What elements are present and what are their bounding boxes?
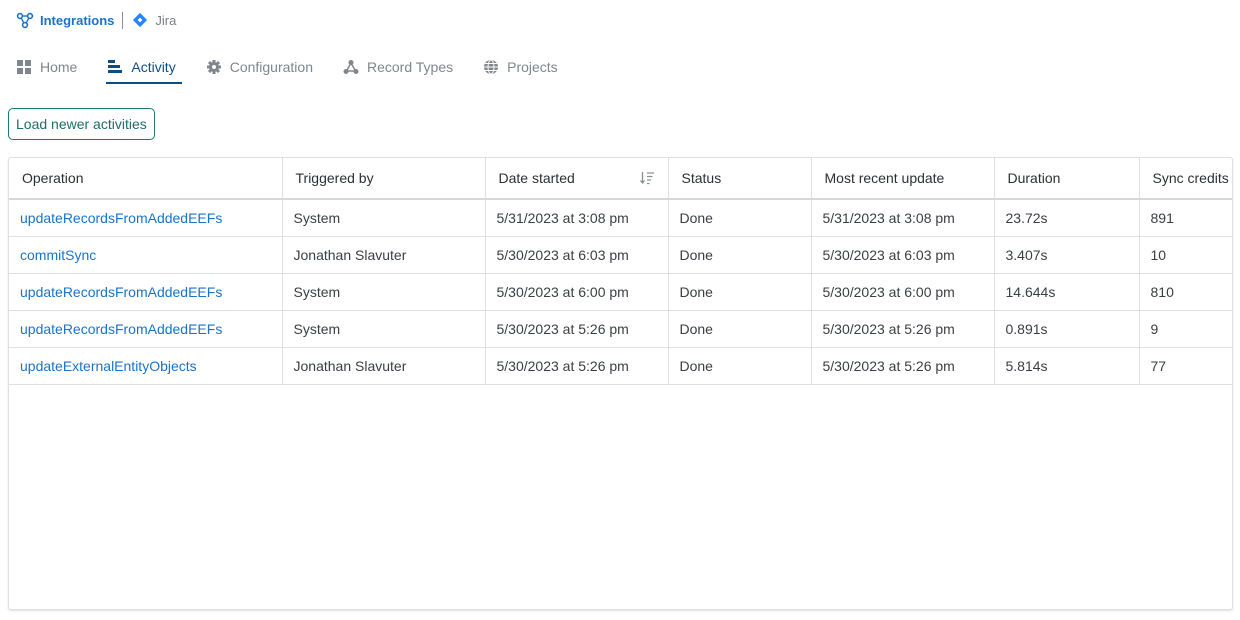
status-cell: Done xyxy=(668,199,812,237)
status-cell: Done xyxy=(668,310,812,348)
table-row: updateExternalEntityObjects Jonathan Sla… xyxy=(9,347,1232,385)
nodes-icon xyxy=(343,59,359,75)
duration-cell: 0.891s xyxy=(994,310,1140,348)
grid-icon xyxy=(16,59,32,75)
breadcrumb-root-label: Integrations xyxy=(40,12,115,28)
status-cell: Done xyxy=(668,273,812,311)
breadcrumb-integrations-link[interactable]: Integrations xyxy=(16,11,114,29)
activity-bars-icon xyxy=(107,59,123,75)
date-started-cell: 5/30/2023 at 6:03 pm xyxy=(485,236,669,274)
table-row: updateRecordsFromAddedEEFs System 5/31/2… xyxy=(9,199,1232,237)
tab-label: Record Types xyxy=(366,59,454,75)
operation-link[interactable]: commitSync xyxy=(9,236,283,274)
operation-link[interactable]: updateRecordsFromAddedEEFs xyxy=(9,199,283,237)
tab-label: Home xyxy=(40,59,78,75)
duration-cell: 23.72s xyxy=(994,199,1140,237)
sync-credits-cell: 891 xyxy=(1139,199,1232,237)
sync-credits-cell: 9 xyxy=(1139,310,1232,348)
duration-cell: 14.644s xyxy=(994,273,1140,311)
column-header-triggered-by[interactable]: Triggered by xyxy=(282,158,486,200)
triggered-by-cell: System xyxy=(282,199,486,237)
activity-table: Operation Triggered by Date started Stat… xyxy=(8,157,1233,610)
sync-credits-cell: 10 xyxy=(1139,236,1232,274)
most-recent-update-cell: 5/30/2023 at 5:26 pm xyxy=(811,310,995,348)
status-cell: Done xyxy=(668,236,812,274)
operation-link[interactable]: updateRecordsFromAddedEEFs xyxy=(9,310,283,348)
sync-credits-cell: 77 xyxy=(1139,347,1232,385)
column-header-most-recent-update[interactable]: Most recent update xyxy=(811,158,995,200)
tab-activity[interactable]: Activity xyxy=(106,56,183,84)
tab-record-types[interactable]: Record Types xyxy=(343,56,453,78)
tab-projects[interactable]: Projects xyxy=(483,56,558,78)
jira-icon xyxy=(132,12,148,28)
tab-configuration[interactable]: Configuration xyxy=(206,56,313,78)
most-recent-update-cell: 5/30/2023 at 6:00 pm xyxy=(811,273,995,311)
column-header-sync-credits[interactable]: Sync credits xyxy=(1139,158,1232,200)
operation-link[interactable]: updateRecordsFromAddedEEFs xyxy=(9,273,283,311)
most-recent-update-cell: 5/31/2023 at 3:08 pm xyxy=(811,199,995,237)
triggered-by-cell: Jonathan Slavuter xyxy=(282,236,486,274)
column-header-duration[interactable]: Duration xyxy=(994,158,1140,200)
triggered-by-cell: System xyxy=(282,310,486,348)
date-started-cell: 5/30/2023 at 6:00 pm xyxy=(485,273,669,311)
table-row: updateRecordsFromAddedEEFs System 5/30/2… xyxy=(9,273,1232,311)
tab-label: Projects xyxy=(507,59,558,75)
duration-cell: 5.814s xyxy=(994,347,1140,385)
column-header-date-started[interactable]: Date started xyxy=(485,158,669,200)
load-newer-activities-button[interactable]: Load newer activities xyxy=(8,108,155,140)
tab-bar: Home Activity Configuration Record Types… xyxy=(16,56,588,84)
tab-home[interactable]: Home xyxy=(16,56,77,78)
column-header-operation[interactable]: Operation xyxy=(9,158,283,200)
breadcrumb-current-label: Jira xyxy=(155,12,177,28)
triggered-by-cell: Jonathan Slavuter xyxy=(282,347,486,385)
breadcrumb-current: Jira xyxy=(132,12,176,28)
date-started-cell: 5/30/2023 at 5:26 pm xyxy=(485,310,669,348)
table-header-row: Operation Triggered by Date started Stat… xyxy=(9,158,1232,200)
operation-link[interactable]: updateExternalEntityObjects xyxy=(9,347,283,385)
column-header-label: Date started xyxy=(498,170,575,186)
triggered-by-cell: System xyxy=(282,273,486,311)
table-row: commitSync Jonathan Slavuter 5/30/2023 a… xyxy=(9,236,1232,274)
sort-descending-icon[interactable] xyxy=(639,170,655,186)
gear-icon xyxy=(206,59,222,75)
most-recent-update-cell: 5/30/2023 at 5:26 pm xyxy=(811,347,995,385)
breadcrumb: Integrations Jira xyxy=(16,10,176,30)
date-started-cell: 5/30/2023 at 5:26 pm xyxy=(485,347,669,385)
tab-label: Activity xyxy=(131,59,176,75)
date-started-cell: 5/31/2023 at 3:08 pm xyxy=(485,199,669,237)
duration-cell: 3.407s xyxy=(994,236,1140,274)
sync-credits-cell: 810 xyxy=(1139,273,1232,311)
status-cell: Done xyxy=(668,347,812,385)
integrations-icon xyxy=(16,11,34,29)
column-header-status[interactable]: Status xyxy=(668,158,812,200)
breadcrumb-divider xyxy=(122,11,124,29)
globe-icon xyxy=(483,59,499,75)
table-row: updateRecordsFromAddedEEFs System 5/30/2… xyxy=(9,310,1232,348)
tab-label: Configuration xyxy=(229,59,313,75)
most-recent-update-cell: 5/30/2023 at 6:03 pm xyxy=(811,236,995,274)
